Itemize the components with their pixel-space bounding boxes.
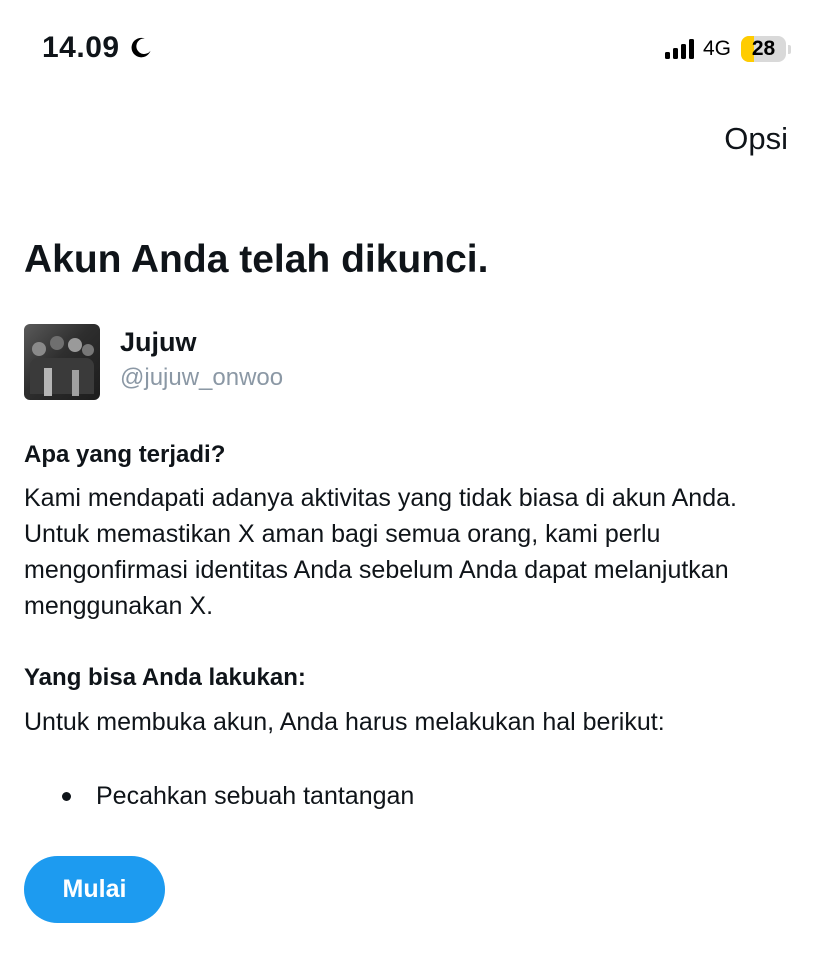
what-happened-heading: Apa yang terjadi? — [24, 441, 226, 468]
status-bar: 14.09 4G 28 — [0, 0, 827, 100]
battery-level: 28 — [751, 37, 776, 60]
what-you-can-do-heading: Yang bisa Anda lakukan: — [24, 664, 306, 691]
signal-icon — [664, 39, 694, 59]
display-name: Jujuw — [120, 327, 197, 357]
what-you-can-do-text: Untuk membuka akun, Anda harus melakukan… — [24, 708, 665, 736]
profile-card: Jujuw @jujuw_onwoo — [24, 324, 283, 400]
status-right-group: 4G 28 — [664, 36, 791, 62]
what-happened-text: Kami mendapati adanya aktivitas yang tid… — [24, 484, 737, 620]
list-item: Pecahkan sebuah tantangan — [62, 782, 414, 811]
avatar — [24, 324, 100, 400]
battery-icon: 28 — [741, 36, 791, 62]
moon-icon — [131, 37, 151, 58]
page-title: Akun Anda telah dikunci. — [24, 238, 489, 281]
status-time-text: 14.09 — [42, 31, 120, 64]
bullet-icon — [62, 792, 71, 801]
network-type: 4G — [702, 37, 731, 60]
list-item-label: Pecahkan sebuah tantangan — [96, 782, 415, 810]
status-time: 14.09 — [42, 31, 154, 65]
username: @jujuw_onwoo — [120, 364, 284, 391]
action-list: Pecahkan sebuah tantangan — [62, 782, 414, 811]
locked-account-screen: 14.09 4G 28 Opsi Akun Anda telah dikunci… — [0, 0, 827, 977]
start-button[interactable]: Mulai — [24, 856, 165, 923]
options-button[interactable]: Opsi — [724, 121, 788, 157]
